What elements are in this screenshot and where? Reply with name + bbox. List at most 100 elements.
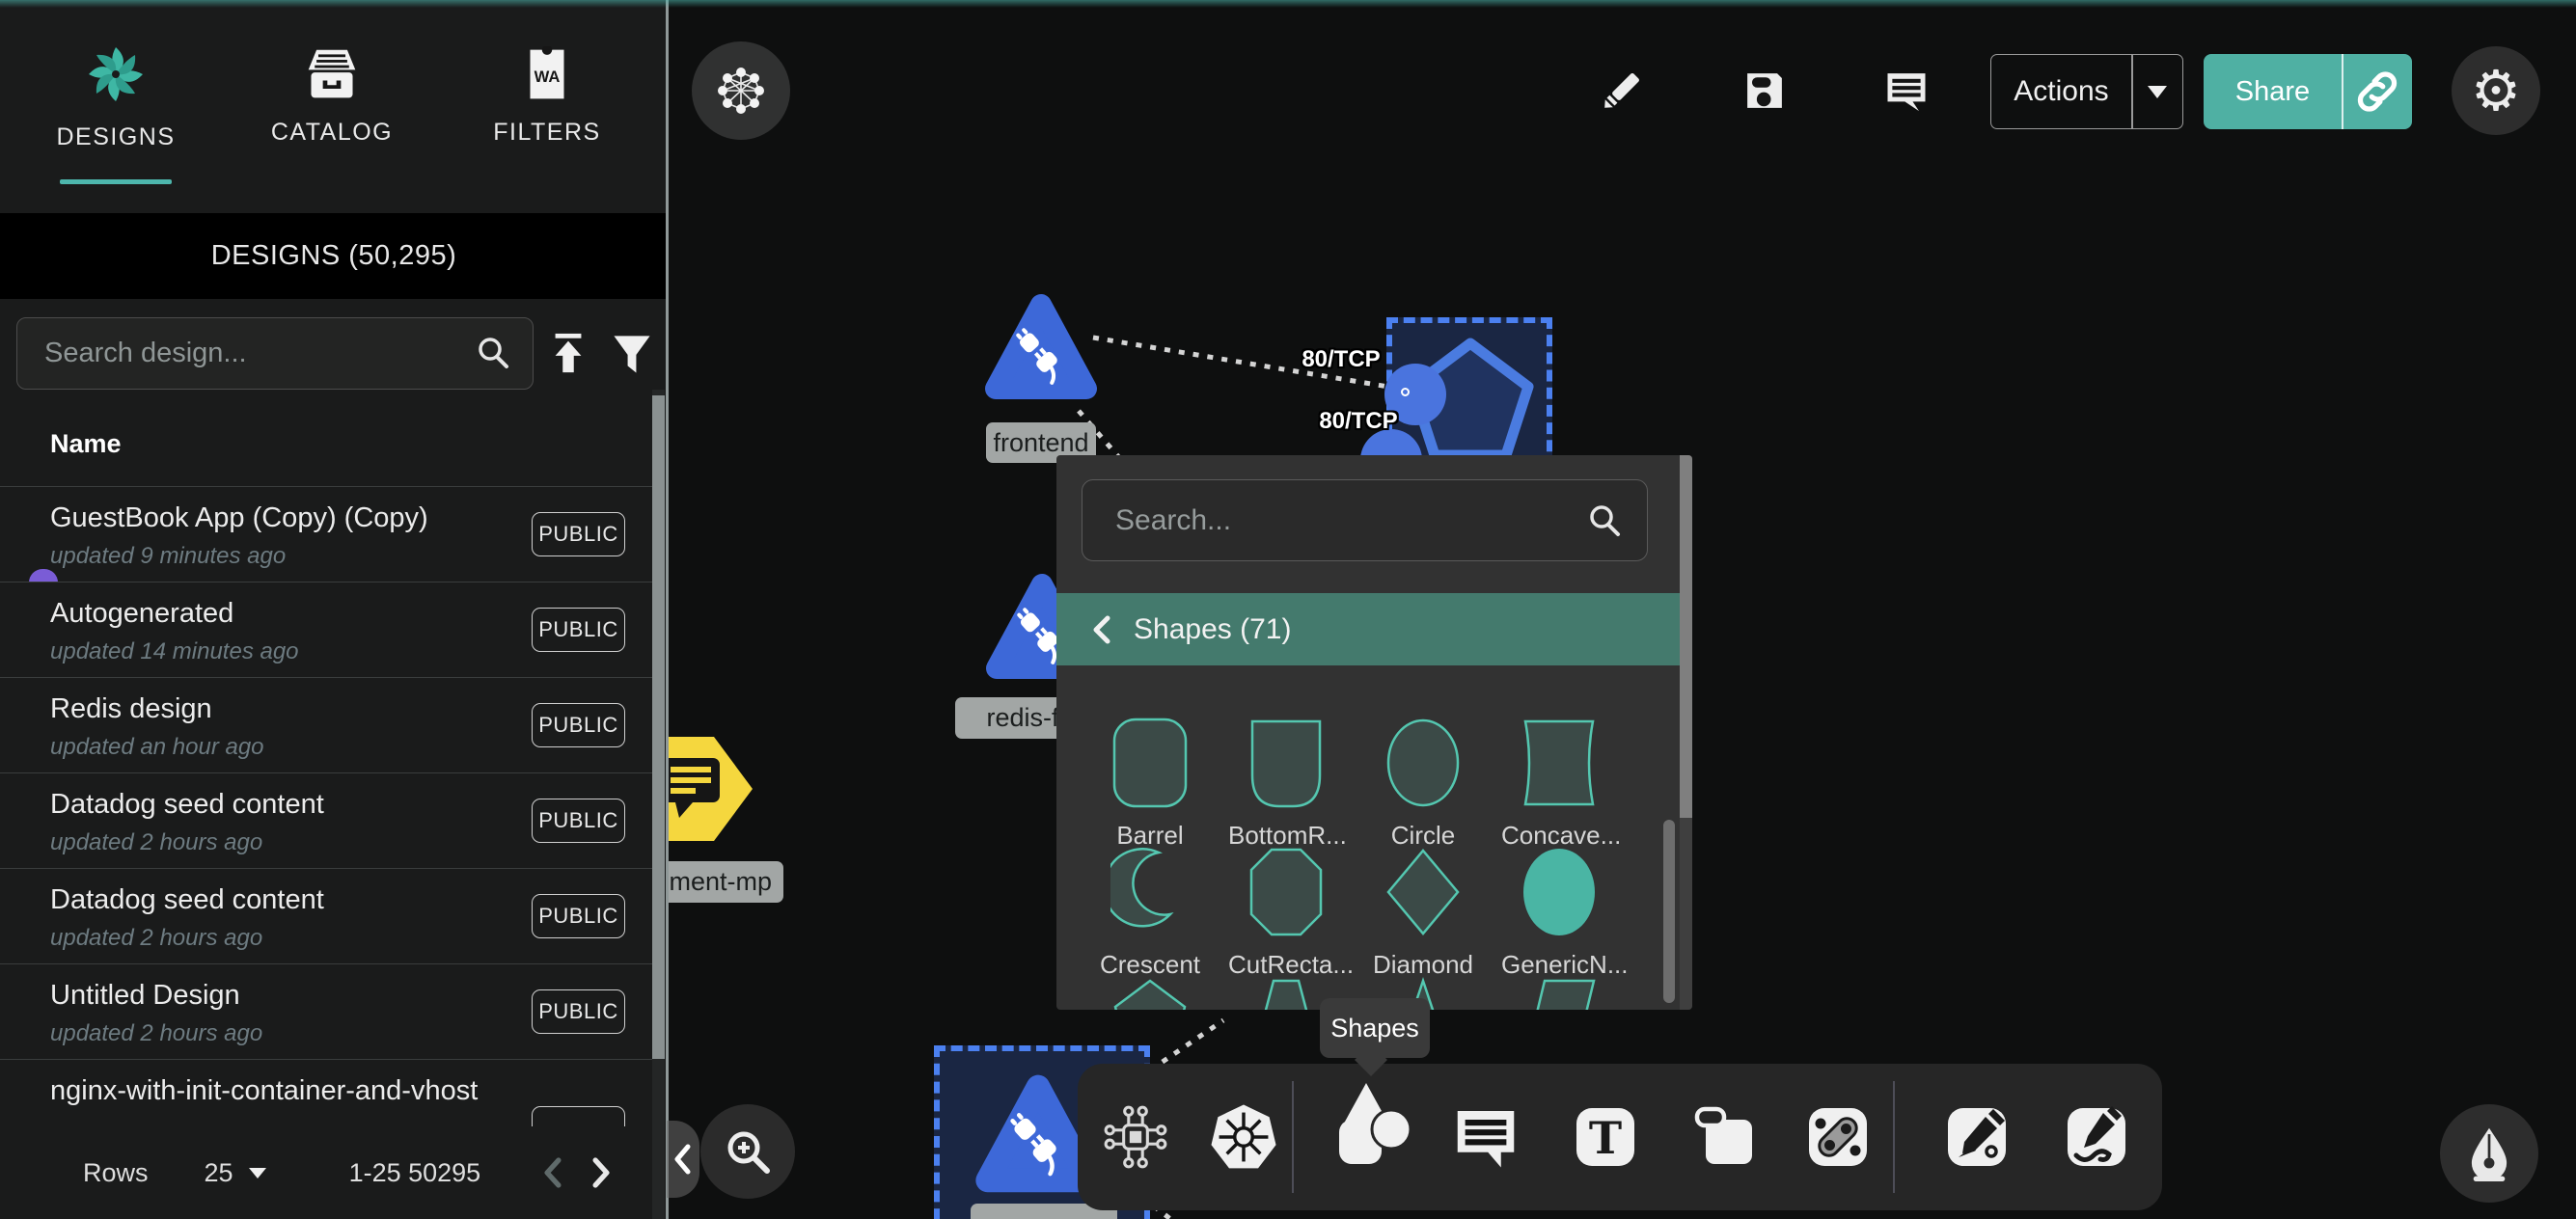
visibility-badge: PUBLIC bbox=[532, 512, 625, 556]
settings-button[interactable]: ⚙ bbox=[2452, 46, 2540, 135]
design-name[interactable]: Untitled Design bbox=[50, 980, 240, 1012]
freehand-pen-button[interactable] bbox=[2440, 1104, 2538, 1203]
shapes-tooltip: Shapes bbox=[1320, 998, 1430, 1058]
funnel-icon bbox=[610, 330, 654, 378]
design-updated: updated 2 hours ago bbox=[50, 829, 262, 856]
actions-dropdown[interactable] bbox=[2133, 55, 2183, 128]
next-page-button[interactable] bbox=[585, 1153, 617, 1192]
kubernetes-tool-button[interactable] bbox=[1197, 1064, 1290, 1210]
comment-tool-icon bbox=[1451, 1102, 1521, 1172]
shapes-panel: Shapes (71) Barrel BottomR... Circle Con… bbox=[1056, 455, 1692, 1010]
note-tool-button[interactable] bbox=[1679, 1064, 1771, 1210]
design-name[interactable]: Datadog seed content bbox=[50, 884, 324, 916]
edge-port-label: 80/TCP bbox=[1302, 346, 1380, 373]
comment-icon bbox=[1881, 66, 1932, 116]
actions-label[interactable]: Actions bbox=[1991, 55, 2131, 128]
design-row[interactable]: Autogenerated updated 14 minutes ago PUB… bbox=[0, 582, 652, 677]
design-search-box[interactable] bbox=[16, 317, 534, 390]
link-tool-button[interactable] bbox=[1792, 1064, 1884, 1210]
design-row[interactable]: Redis design updated an hour ago PUBLIC bbox=[0, 677, 652, 772]
circle-shape-icon bbox=[1384, 716, 1463, 810]
sidebar-divider bbox=[666, 0, 669, 1219]
visibility-badge: PUBLIC bbox=[532, 608, 625, 652]
shape-item-circle[interactable]: Circle bbox=[1365, 716, 1481, 851]
prev-page-button[interactable] bbox=[536, 1153, 569, 1192]
shape-item-diamond[interactable]: Diamond bbox=[1365, 845, 1481, 980]
pen-tool-button[interactable] bbox=[1931, 1064, 2023, 1210]
comment-button[interactable] bbox=[1881, 66, 1932, 121]
design-name[interactable]: Autogenerated bbox=[50, 598, 233, 630]
design-name[interactable]: GuestBook App (Copy) (Copy) bbox=[50, 502, 428, 534]
chevron-down-icon bbox=[2148, 86, 2167, 98]
text-tool-icon: T bbox=[1572, 1103, 1639, 1171]
search-icon bbox=[475, 335, 513, 373]
designs-sidebar: DESIGNS CATALOG WA FILTERS DESIGN bbox=[0, 0, 668, 1219]
edit-pencil-button[interactable] bbox=[1597, 66, 1647, 121]
note-tool-icon bbox=[1691, 1103, 1759, 1171]
design-updated: updated 14 minutes ago bbox=[50, 638, 299, 665]
design-row[interactable]: Untitled Design updated 2 hours ago PUBL… bbox=[0, 963, 652, 1059]
column-header-name: Name bbox=[50, 429, 122, 459]
component-chip-icon bbox=[1101, 1102, 1170, 1172]
shapes-tool-button[interactable] bbox=[1327, 1064, 1419, 1210]
visibility-badge: PUBLIC bbox=[532, 703, 625, 747]
shapes-category-header[interactable]: Shapes (71) bbox=[1056, 593, 1680, 665]
shape-item-partial[interactable] bbox=[1501, 976, 1617, 1010]
design-updated: updated 2 hours ago bbox=[50, 1020, 262, 1047]
visibility-badge: PUBLIC bbox=[532, 799, 625, 843]
pen-tool-icon bbox=[1943, 1103, 2011, 1171]
shape-item-genericnode[interactable]: GenericN... bbox=[1501, 845, 1617, 980]
grid-scrollbar-thumb[interactable] bbox=[1663, 820, 1675, 1003]
upload-icon bbox=[546, 330, 590, 378]
shape-item-barrel[interactable]: Barrel bbox=[1092, 716, 1208, 851]
zoom-in-button[interactable] bbox=[700, 1104, 795, 1199]
design-row[interactable]: Datadog seed content updated 2 hours ago… bbox=[0, 868, 652, 963]
shape-item-partial[interactable] bbox=[1092, 976, 1208, 1010]
design-search-input[interactable] bbox=[17, 338, 475, 369]
design-row[interactable]: GuestBook App (Copy) (Copy) updated 9 mi… bbox=[0, 486, 652, 582]
tab-catalog[interactable]: CATALOG bbox=[260, 46, 404, 147]
share-button[interactable]: Share bbox=[2204, 54, 2412, 129]
sidebar-scrollbar-thumb[interactable] bbox=[652, 395, 665, 1059]
gear-icon: ⚙ bbox=[2471, 63, 2521, 119]
shape-item-crescent[interactable]: Crescent bbox=[1092, 845, 1208, 980]
search-icon bbox=[1585, 501, 1624, 540]
tab-filters[interactable]: WA FILTERS bbox=[475, 46, 619, 147]
design-row[interactable]: Datadog seed content updated 2 hours ago… bbox=[0, 772, 652, 868]
visualize-button[interactable] bbox=[692, 41, 790, 140]
share-label[interactable]: Share bbox=[2204, 54, 2342, 129]
active-tab-underline bbox=[60, 179, 172, 184]
avatar bbox=[29, 569, 58, 582]
collapse-sidebar-handle[interactable] bbox=[667, 1121, 699, 1198]
doodle-tool-button[interactable] bbox=[2050, 1064, 2143, 1210]
design-name[interactable]: nginx-with-init-container-and-vhost bbox=[50, 1075, 478, 1107]
shapes-header-label: Shapes (71) bbox=[1134, 613, 1291, 646]
tab-designs[interactable]: DESIGNS bbox=[43, 43, 188, 151]
panel-scrollbar-thumb[interactable] bbox=[1680, 455, 1692, 818]
shape-item-concave[interactable]: Concave... bbox=[1501, 716, 1617, 851]
rows-label: Rows bbox=[83, 1158, 149, 1188]
tab-filters-label: FILTERS bbox=[475, 119, 619, 147]
shapes-search-box[interactable] bbox=[1082, 479, 1648, 561]
import-design-button[interactable] bbox=[546, 330, 590, 383]
shape-item-bottomround[interactable]: BottomR... bbox=[1228, 716, 1344, 851]
parallelogram-shape-icon bbox=[1520, 976, 1599, 1010]
frontend-service-node[interactable] bbox=[982, 289, 1100, 405]
rows-per-page-select[interactable]: 25 bbox=[205, 1158, 233, 1188]
save-button[interactable] bbox=[1740, 66, 1790, 121]
components-tool-button[interactable] bbox=[1089, 1064, 1182, 1210]
top-accent-strip bbox=[0, 0, 2576, 8]
shape-item-cutrectangle[interactable]: CutRecta... bbox=[1228, 845, 1344, 980]
text-tool-button[interactable]: T bbox=[1559, 1064, 1652, 1210]
chevron-left-icon bbox=[1089, 613, 1114, 646]
shapes-search-input[interactable] bbox=[1082, 504, 1585, 537]
filter-designs-button[interactable] bbox=[610, 330, 654, 383]
copy-link-action[interactable] bbox=[2343, 54, 2413, 129]
comment-tool-button[interactable] bbox=[1439, 1064, 1532, 1210]
design-name[interactable]: Redis design bbox=[50, 693, 212, 725]
design-name[interactable]: Datadog seed content bbox=[50, 789, 324, 821]
pentagon-shape-icon bbox=[1110, 976, 1190, 1010]
actions-button[interactable]: Actions bbox=[1990, 54, 2183, 129]
visibility-badge: PUBLIC bbox=[532, 989, 625, 1034]
chevron-down-icon[interactable] bbox=[249, 1168, 266, 1178]
